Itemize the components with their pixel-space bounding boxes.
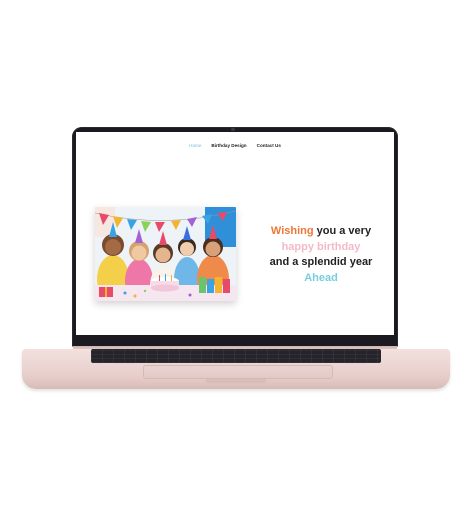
webcam <box>231 128 235 131</box>
birthday-headline: Wishing you a very happy birthday and a … <box>254 224 388 286</box>
laptop-mockup: Home Birthday Design Contact Us Wishing … <box>0 0 475 525</box>
headline-accent-word: Wishing <box>270 225 314 237</box>
keyboard <box>91 349 381 363</box>
headline-line-3: and a splendid year <box>269 256 373 268</box>
laptop-lid: Home Birthday Design Contact Us Wishing … <box>72 127 398 347</box>
headline-line-1-rest: you a very <box>313 225 372 237</box>
trackpad <box>143 365 333 379</box>
laptop-screen: Home Birthday Design Contact Us Wishing … <box>76 132 394 335</box>
lid-notch <box>206 379 266 383</box>
laptop-base <box>22 349 450 389</box>
top-nav: Home Birthday Design Contact Us <box>76 143 394 148</box>
hero-image <box>95 207 236 301</box>
nav-home-link[interactable]: Home <box>189 143 201 148</box>
nav-contact-us-link[interactable]: Contact Us <box>257 143 281 148</box>
headline-line-1: Wishing you a very <box>254 224 388 240</box>
headline-line-4: Ahead <box>304 271 338 284</box>
headline-line-2: happy birthday <box>281 240 361 253</box>
nav-birthday-design-link[interactable]: Birthday Design <box>211 143 246 148</box>
